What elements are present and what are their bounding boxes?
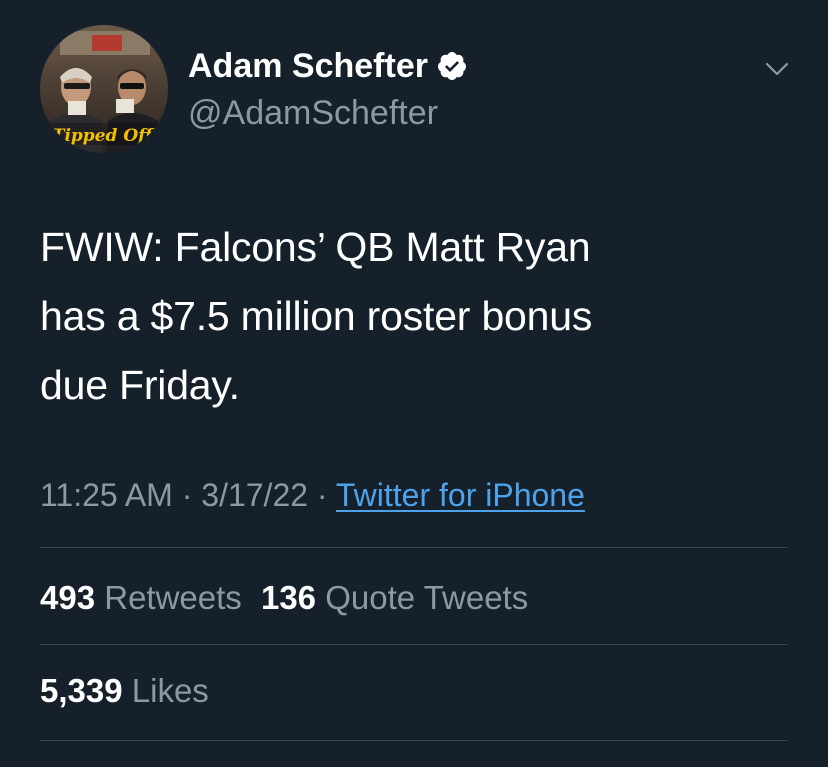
retweets-count: 493 (40, 579, 96, 616)
tweet-detail: Tipped Off Adam Schefter @AdamSchefter F… (0, 0, 828, 767)
avatar-image: Tipped Off (40, 25, 168, 153)
tweet-metadata: 11:25 AM · 3/17/22 · Twitter for iPhone (40, 475, 585, 515)
tweet-text-line: has a $7.5 million roster bonus (40, 293, 593, 339)
quote-tweets-stat[interactable]: 136 Quote Tweets (261, 578, 528, 618)
display-name[interactable]: Adam Schefter (188, 46, 468, 86)
meta-separator: · (181, 477, 193, 513)
avatar-caption: Tipped Off (52, 126, 155, 146)
quote-tweets-label: Quote Tweets (325, 579, 529, 616)
tweet-time[interactable]: 11:25 AM (40, 477, 173, 513)
likes-count: 5,339 (40, 672, 123, 709)
likes-stat[interactable]: 5,339 Likes (40, 671, 209, 711)
avatar[interactable]: Tipped Off (40, 25, 168, 153)
divider (40, 740, 788, 741)
divider (40, 644, 788, 645)
display-name-text: Adam Schefter (188, 47, 428, 85)
quote-tweets-count: 136 (260, 579, 317, 616)
retweets-label: Retweets (104, 579, 242, 616)
tweet-text-line: FWIW: Falcons’ QB Matt Ryan (40, 224, 591, 270)
tweet-text-line: due Friday. (40, 362, 240, 408)
tweet-text: FWIW: Falcons’ QB Matt Ryan has a $7.5 m… (40, 213, 780, 420)
meta-separator: · (316, 477, 328, 513)
retweets-stat[interactable]: 493 Retweets (40, 578, 242, 618)
engagement-stats-row: 493 Retweets 136 Quote Tweets (40, 578, 528, 618)
tweet-source-link[interactable]: Twitter for iPhone (336, 477, 585, 513)
tweet-date[interactable]: 3/17/22 (201, 477, 308, 513)
likes-stats-row: 5,339 Likes (40, 671, 209, 711)
verified-badge-icon (436, 50, 468, 82)
user-handle[interactable]: @AdamSchefter (188, 93, 438, 133)
divider (40, 547, 788, 548)
chevron-down-icon[interactable] (762, 54, 792, 84)
likes-label: Likes (131, 672, 209, 709)
